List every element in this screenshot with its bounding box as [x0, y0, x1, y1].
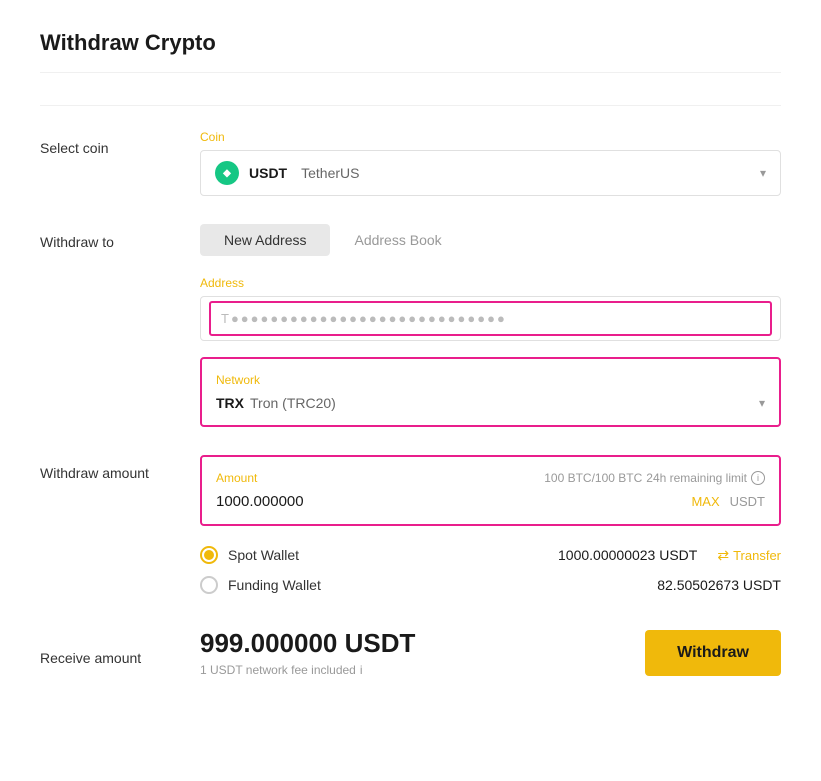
withdraw-to-content: New Address Address Book Address Network… — [200, 224, 781, 427]
coin-select-dropdown[interactable]: ◆ USDT TetherUS ▾ — [200, 150, 781, 196]
withdraw-button[interactable]: Withdraw — [645, 630, 781, 676]
page-title: Withdraw Crypto — [40, 30, 781, 73]
tab-address-book[interactable]: Address Book — [330, 224, 465, 256]
funding-wallet-option: Funding Wallet 82.50502673 USDT — [200, 570, 781, 600]
max-button[interactable]: MAX — [691, 494, 719, 509]
transfer-label: Transfer — [733, 548, 781, 563]
network-fullname: Tron (TRC20) — [250, 395, 336, 411]
address-field-wrapper: Address — [200, 276, 781, 341]
fee-info-icon[interactable]: i — [360, 663, 363, 677]
receive-left: 999.000000 USDT 1 USDT network fee inclu… — [200, 628, 415, 677]
amount-header: Amount 100 BTC/100 BTC 24h remaining lim… — [216, 471, 765, 485]
address-input-outer — [200, 296, 781, 341]
network-chevron-icon: ▾ — [759, 396, 765, 410]
address-input-inner — [209, 301, 772, 336]
address-field-label: Address — [200, 276, 781, 290]
amount-currency: USDT — [730, 494, 765, 509]
info-icon[interactable]: i — [751, 471, 765, 485]
funding-wallet-balance: 82.50502673 USDT — [657, 577, 781, 593]
withdraw-amount-row: Withdraw amount Amount 100 BTC/100 BTC 2… — [40, 455, 781, 600]
select-coin-row: Select coin Coin ◆ USDT TetherUS ▾ — [40, 130, 781, 196]
network-ticker: TRX — [216, 395, 244, 411]
coin-select-left: ◆ USDT TetherUS — [215, 161, 359, 185]
transfer-button[interactable]: ⇄ Transfer — [717, 547, 781, 564]
network-label: Network — [216, 373, 765, 387]
chevron-down-icon: ▾ — [760, 166, 766, 180]
receive-fee: 1 USDT network fee included i — [200, 663, 415, 677]
receive-row: 999.000000 USDT 1 USDT network fee inclu… — [200, 628, 781, 677]
withdraw-to-tabs: New Address Address Book — [200, 224, 781, 256]
coin-icon: ◆ — [215, 161, 239, 185]
funding-wallet-name: Funding Wallet — [228, 577, 321, 593]
limit-suffix: 24h remaining limit — [646, 471, 747, 485]
amount-limit: 100 BTC/100 BTC 24h remaining limit i — [544, 471, 765, 485]
spot-wallet-name: Spot Wallet — [228, 547, 299, 563]
receive-amount-row: Receive amount 999.000000 USDT 1 USDT ne… — [40, 628, 781, 677]
address-input[interactable] — [221, 311, 760, 326]
network-select-dropdown[interactable]: TRX Tron (TRC20) ▾ — [216, 395, 765, 411]
limit-text: 100 BTC/100 BTC — [544, 471, 642, 485]
receive-fee-text: 1 USDT network fee included — [200, 663, 356, 677]
transfer-icon: ⇄ — [717, 547, 729, 564]
spot-wallet-left: Spot Wallet — [200, 546, 299, 564]
withdraw-amount-content: Amount 100 BTC/100 BTC 24h remaining lim… — [200, 455, 781, 600]
network-box: Network TRX Tron (TRC20) ▾ — [200, 357, 781, 427]
withdraw-to-label: Withdraw to — [40, 224, 200, 250]
amount-value: 1000.000000 — [216, 493, 304, 510]
coin-ticker: USDT — [249, 165, 287, 181]
coin-field-label: Coin — [200, 130, 781, 144]
funding-wallet-left: Funding Wallet — [200, 576, 321, 594]
withdraw-amount-label: Withdraw amount — [40, 455, 200, 481]
amount-actions: MAX USDT — [691, 494, 765, 509]
amount-field-label: Amount — [216, 471, 257, 485]
tab-new-address[interactable]: New Address — [200, 224, 330, 256]
spot-wallet-option: Spot Wallet 1000.00000023 USDT ⇄ Transfe… — [200, 540, 781, 570]
amount-box: Amount 100 BTC/100 BTC 24h remaining lim… — [200, 455, 781, 526]
select-coin-label: Select coin — [40, 130, 200, 156]
coin-fullname: TetherUS — [301, 165, 359, 181]
spot-wallet-radio-inner — [204, 550, 214, 560]
amount-input-row: 1000.000000 MAX USDT — [216, 493, 765, 510]
network-left: TRX Tron (TRC20) — [216, 395, 336, 411]
funding-wallet-radio[interactable] — [200, 576, 218, 594]
receive-amount-value: 999.000000 USDT — [200, 628, 415, 659]
wallet-options: Spot Wallet 1000.00000023 USDT ⇄ Transfe… — [200, 540, 781, 600]
receive-amount-label: Receive amount — [40, 640, 200, 666]
withdraw-to-row: Withdraw to New Address Address Book Add… — [40, 224, 781, 427]
spot-wallet-right: 1000.00000023 USDT ⇄ Transfer — [558, 547, 781, 564]
spot-wallet-balance: 1000.00000023 USDT — [558, 547, 697, 563]
select-coin-content: Coin ◆ USDT TetherUS ▾ — [200, 130, 781, 196]
spot-wallet-radio[interactable] — [200, 546, 218, 564]
